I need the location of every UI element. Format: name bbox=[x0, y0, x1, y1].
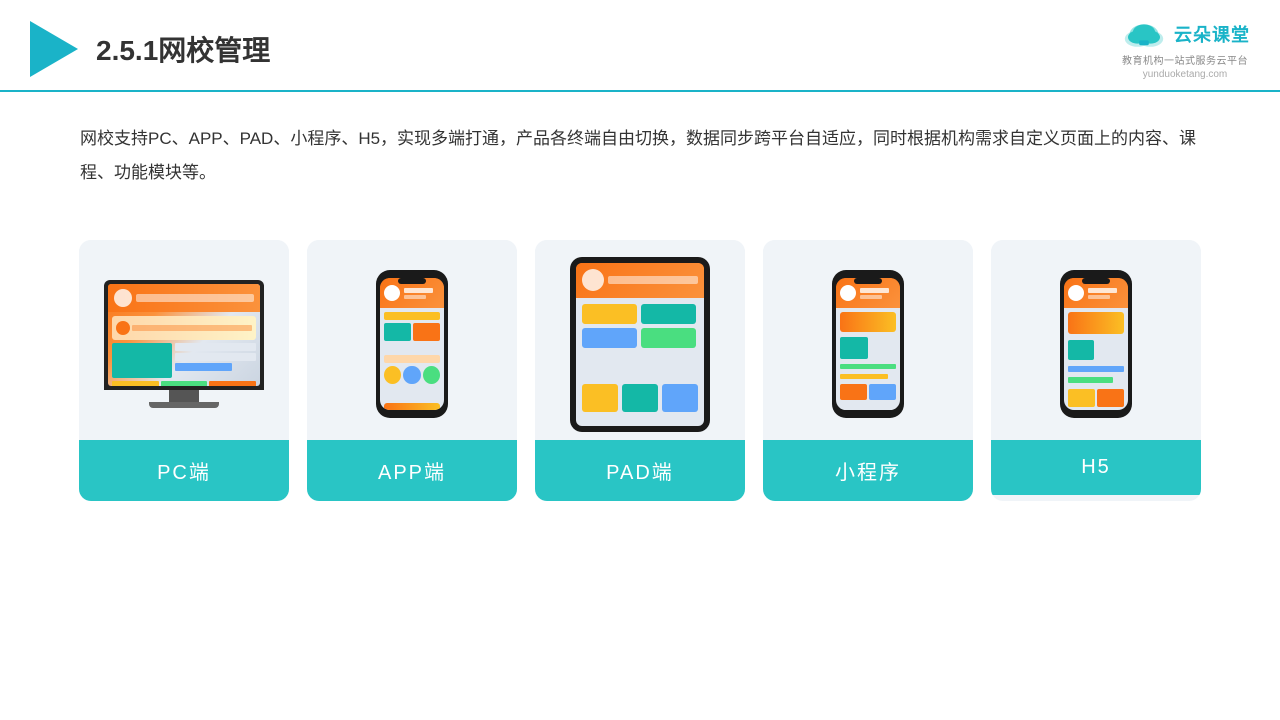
mini-avatar-mp bbox=[840, 285, 856, 301]
tablet-block-wide-1 bbox=[582, 352, 698, 364]
card-pad: PAD端 bbox=[535, 240, 745, 501]
tablet-block-1 bbox=[582, 304, 637, 324]
card-app-image bbox=[307, 240, 517, 440]
phone-body bbox=[376, 270, 448, 418]
brand-logo: 云朵课堂 bbox=[1120, 18, 1250, 50]
card-pc-image bbox=[79, 240, 289, 440]
card-pad-image bbox=[535, 240, 745, 440]
pc-mockup bbox=[104, 280, 264, 408]
tablet-screen bbox=[576, 263, 704, 426]
tablet-screen-body bbox=[576, 298, 704, 418]
page-title: 2.5.1网校管理 bbox=[96, 29, 270, 69]
pc-stand bbox=[169, 390, 199, 402]
h5-phone-notch bbox=[1082, 278, 1110, 284]
description-text: 网校支持PC、APP、PAD、小程序、H5，实现多端打通，产品各终端自由切换，数… bbox=[0, 92, 1280, 210]
miniprogram-phone-body bbox=[832, 270, 904, 418]
header-right: 云朵课堂 教育机构一站式服务云平台 yunduoketang.com bbox=[1120, 18, 1250, 80]
card-miniprogram-image bbox=[763, 240, 973, 440]
h5-screen-body bbox=[1064, 308, 1128, 410]
tablet-body bbox=[570, 257, 710, 432]
header-left: 2.5.1网校管理 bbox=[30, 21, 270, 77]
brand-tagline: 教育机构一站式服务云平台 bbox=[1122, 52, 1248, 67]
phone-screen bbox=[380, 278, 444, 410]
card-h5-image bbox=[991, 240, 1201, 440]
mini-avatar-h5 bbox=[1068, 285, 1084, 301]
tablet-mockup bbox=[570, 257, 710, 432]
tablet-block-3 bbox=[582, 328, 637, 348]
tablet-screen-top bbox=[576, 263, 704, 298]
card-h5-label: H5 bbox=[991, 440, 1201, 495]
pc-screen-inner bbox=[108, 284, 260, 386]
miniprogram-phone-mockup bbox=[832, 270, 904, 418]
card-pc: PC端 bbox=[79, 240, 289, 501]
tablet-block-2 bbox=[641, 304, 696, 324]
play-icon bbox=[30, 21, 78, 77]
h5-phone-mockup bbox=[1060, 270, 1132, 418]
tablet-block-4 bbox=[641, 328, 696, 348]
miniprogram-phone-notch bbox=[854, 278, 882, 284]
card-app: APP端 bbox=[307, 240, 517, 501]
card-miniprogram-label: 小程序 bbox=[763, 440, 973, 501]
pc-screen-outer bbox=[104, 280, 264, 390]
pc-base bbox=[149, 402, 219, 408]
card-miniprogram: 小程序 bbox=[763, 240, 973, 501]
platform-cards: PC端 bbox=[0, 220, 1280, 501]
miniprogram-screen-body bbox=[836, 308, 900, 410]
phone-notch bbox=[398, 278, 426, 284]
cloud-logo-icon bbox=[1120, 18, 1168, 50]
h5-phone-screen bbox=[1064, 278, 1128, 410]
h5-phone-body bbox=[1060, 270, 1132, 418]
brand-name: 云朵课堂 bbox=[1174, 21, 1250, 47]
app-phone-mockup bbox=[376, 270, 448, 418]
card-app-label: APP端 bbox=[307, 440, 517, 501]
tablet-block-wide-2 bbox=[582, 368, 698, 380]
header: 2.5.1网校管理 云朵课堂 教育机构一站式服务云平台 yunduoketang… bbox=[0, 0, 1280, 92]
phone-screen-body bbox=[380, 308, 444, 410]
mini-avatar bbox=[384, 285, 400, 301]
brand-url: yunduoketang.com bbox=[1143, 69, 1228, 80]
card-h5: H5 bbox=[991, 240, 1201, 501]
miniprogram-phone-screen bbox=[836, 278, 900, 410]
card-pc-label: PC端 bbox=[79, 440, 289, 501]
card-pad-label: PAD端 bbox=[535, 440, 745, 501]
